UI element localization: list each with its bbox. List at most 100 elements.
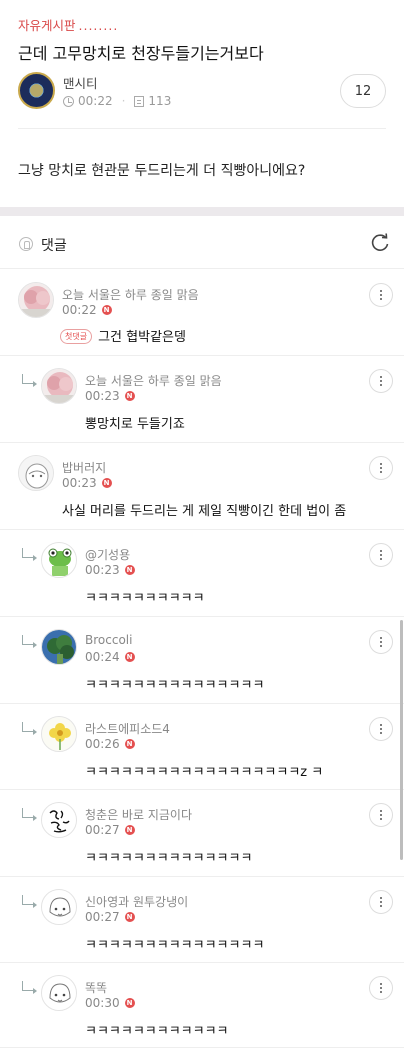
comment-nickname[interactable]: 밥버러지 <box>62 459 106 476</box>
comment-nickname[interactable]: Broccoli <box>85 633 132 647</box>
dot <box>380 294 382 296</box>
comment-nickname[interactable]: 똑똑 <box>85 979 107 996</box>
new-badge: N <box>124 565 135 575</box>
comment-item: Broccoli 00:24 N ㅋㅋㅋㅋㅋㅋㅋㅋㅋㅋㅋㅋㅋㅋㅋ <box>0 617 404 704</box>
comment-time-value: 00:30 <box>85 996 120 1010</box>
comment-time: 00:24 N <box>85 650 135 664</box>
new-badge: N <box>124 998 135 1008</box>
dot <box>380 818 382 820</box>
comment-time: 00:23 N <box>62 476 112 490</box>
broccoli-icon[interactable] <box>41 629 77 665</box>
post-meta: 00:22 · 113 <box>63 94 171 108</box>
dot <box>380 897 382 899</box>
dot <box>380 376 382 378</box>
dot <box>380 732 382 734</box>
more-options-button[interactable] <box>369 890 393 914</box>
bell-icon <box>19 237 33 251</box>
dot <box>380 987 382 989</box>
comment-nickname[interactable]: 오늘 서울은 하루 종일 맑음 <box>62 286 199 303</box>
frog-icon[interactable] <box>41 542 77 578</box>
comment-nickname[interactable]: 신아영과 원투강냉이 <box>85 893 188 910</box>
comments-header: 댓글 <box>0 216 404 269</box>
comment-item: 오늘 서울은 하루 종일 맑음 00:22 N 첫댓글 그건 협박같은뎅 <box>0 270 404 356</box>
comment-time-value: 00:22 <box>62 303 97 317</box>
comment-item: 밥버러지 00:23 N 사실 머리를 두드리는 게 제일 직빵이긴 한데 법이 좀 <box>0 443 404 530</box>
comment-time: 00:27 N <box>85 910 135 924</box>
sketch-face-icon[interactable] <box>41 889 77 925</box>
comment-time-value: 00:26 <box>85 737 120 751</box>
comment-text: ㅋㅋㅋㅋㅋㅋㅋㅋㅋㅋ <box>85 591 205 606</box>
comment-item: 라스트에피소드4 00:26 N ㅋㅋㅋㅋㅋㅋㅋㅋㅋㅋㅋㅋㅋㅋㅋㅋㅋㅋz ㅋ <box>0 704 404 790</box>
more-options-button[interactable] <box>369 543 393 567</box>
refresh-icon[interactable] <box>370 233 390 253</box>
more-options-button[interactable] <box>369 630 393 654</box>
scrollbar[interactable] <box>400 620 403 860</box>
board-name[interactable]: 자유게시판 <box>18 18 76 33</box>
comment-time: 00:27 N <box>85 823 135 837</box>
reply-arrow-icon <box>22 808 37 821</box>
comment-nickname[interactable]: 오늘 서울은 하루 종일 맑음 <box>85 372 222 389</box>
author-name[interactable]: 맨시티 <box>63 73 98 92</box>
section-gap <box>0 207 404 216</box>
dot <box>380 384 382 386</box>
more-options-button[interactable] <box>369 717 393 741</box>
dot <box>380 298 382 300</box>
reply-arrow-icon <box>22 374 37 387</box>
comment-text: 그건 협박같은뎅 <box>98 330 186 345</box>
post-body: 그냥 망치로 현관문 두드리는게 더 직빵아니에요? <box>18 163 306 179</box>
gray-character-icon[interactable] <box>18 455 54 491</box>
dot <box>380 467 382 469</box>
comment-item: 오늘 서울은 하루 종일 맑음 00:23 N 뽕망치로 두들기죠 <box>0 356 404 443</box>
more-options-button[interactable] <box>369 456 393 480</box>
reply-arrow-icon <box>22 722 37 735</box>
new-badge: N <box>101 305 112 315</box>
pink-tree-icon[interactable] <box>41 368 77 404</box>
board-link[interactable]: 자유게시판........ <box>18 15 118 34</box>
comment-text: ㅋㅋㅋㅋㅋㅋㅋㅋㅋㅋㅋㅋㅋㅋㅋ <box>85 938 265 953</box>
comments-label: 댓글 <box>41 238 67 254</box>
dot <box>380 463 382 465</box>
more-options-button[interactable] <box>369 369 393 393</box>
comment-item: 똑똑 00:30 N ㅋㅋㅋㅋㅋㅋㅋㅋㅋㅋㅋㅋ <box>0 963 404 1048</box>
dot <box>380 550 382 552</box>
dot <box>380 637 382 639</box>
dot <box>380 724 382 726</box>
dot <box>380 641 382 643</box>
dot <box>380 728 382 730</box>
comment-text: ㅋㅋㅋㅋㅋㅋㅋㅋㅋㅋㅋㅋㅋㅋㅋㅋㅋㅋz ㅋ <box>85 765 324 780</box>
comment-nickname[interactable]: 라스트에피소드4 <box>85 720 170 737</box>
comment-nickname[interactable]: @기성용 <box>85 546 130 563</box>
comment-time-value: 00:23 <box>85 563 120 577</box>
comment-time: 00:26 N <box>85 737 135 751</box>
dot <box>380 814 382 816</box>
calligraphy-icon[interactable] <box>41 802 77 838</box>
yellow-flower-icon[interactable] <box>41 716 77 752</box>
more-options-button[interactable] <box>369 283 393 307</box>
dot <box>380 554 382 556</box>
comment-time-value: 00:23 <box>85 389 120 403</box>
author-row: 맨시티 00:22 · 113 12 <box>18 72 386 112</box>
dot <box>380 380 382 382</box>
more-options-button[interactable] <box>369 976 393 1000</box>
more-options-button[interactable] <box>369 803 393 827</box>
comment-time: 00:23 N <box>85 563 135 577</box>
dot <box>380 471 382 473</box>
comment-count-button[interactable]: 12 <box>340 74 386 108</box>
comment-nickname[interactable]: 청춘은 바로 지금이다 <box>85 806 192 823</box>
author-avatar[interactable] <box>18 72 55 109</box>
post-time: 00:22 <box>78 94 113 108</box>
new-badge: N <box>124 912 135 922</box>
dot <box>380 901 382 903</box>
meta-separator: · <box>121 94 126 108</box>
first-comment-badge: 첫댓글 <box>60 329 93 344</box>
reply-arrow-icon <box>22 895 37 908</box>
post-header: 자유게시판........ 근데 고무망치로 천장두들기는거보다 맨시티 00:… <box>0 0 404 130</box>
sketch-face-icon[interactable] <box>41 975 77 1011</box>
new-badge: N <box>101 478 112 488</box>
board-dots: ........ <box>78 18 119 33</box>
dot <box>380 645 382 647</box>
comment-text: ㅋㅋㅋㅋㅋㅋㅋㅋㅋㅋㅋㅋㅋㅋㅋ <box>85 678 265 693</box>
pink-tree-icon[interactable] <box>18 282 54 318</box>
dot <box>380 290 382 292</box>
dot <box>380 983 382 985</box>
